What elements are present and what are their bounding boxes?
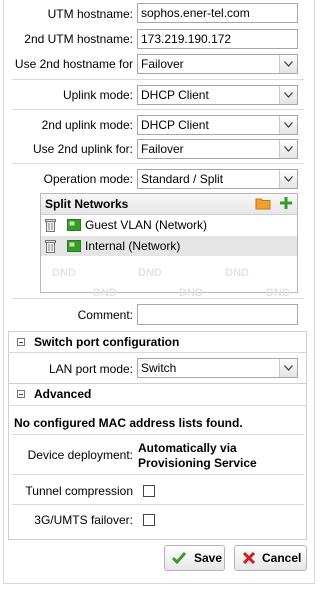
network-icon — [67, 240, 81, 252]
trash-icon[interactable] — [45, 239, 56, 253]
dnd-watermark: DND — [52, 267, 76, 279]
cancel-label: Cancel — [262, 551, 302, 565]
uplink-mode-value: DHCP Client — [141, 88, 209, 102]
second-uplink-mode-label: 2nd uplink mode: — [41, 118, 133, 132]
add-icon[interactable] — [279, 196, 293, 210]
save-label: Save — [194, 551, 223, 565]
separator — [12, 298, 304, 299]
dnd-watermark: DND — [225, 267, 249, 279]
separator — [12, 79, 304, 80]
switch-port-title: Switch port configuration — [34, 335, 180, 349]
separator — [12, 474, 304, 475]
folder-icon[interactable] — [255, 197, 271, 210]
second-utm-hostname-label: 2nd UTM hostname: — [24, 32, 133, 46]
operation-mode-select[interactable]: Standard / Split — [137, 169, 298, 189]
split-network-item-label: Internal (Network) — [85, 239, 181, 253]
collapse-icon[interactable] — [17, 338, 25, 346]
separator — [12, 163, 304, 164]
umts-failover-checkbox[interactable] — [143, 514, 155, 526]
use-second-hostname-value: Failover — [141, 57, 184, 71]
use-second-uplink-label: Use 2nd uplink for: — [32, 142, 133, 156]
trash-icon[interactable] — [45, 218, 56, 232]
use-second-uplink-select[interactable]: Failover — [137, 139, 298, 159]
use-second-uplink-value: Failover — [141, 142, 184, 156]
mac-list-notice: No configured MAC address lists found. — [14, 416, 243, 430]
dnd-watermark: DND — [138, 267, 162, 279]
advanced-title: Advanced — [34, 387, 92, 401]
use-second-hostname-select[interactable]: Failover — [137, 54, 298, 74]
list-item[interactable]: Internal (Network) — [41, 236, 297, 256]
uplink-mode-label: Uplink mode: — [62, 88, 133, 102]
lan-port-mode-value: Switch — [141, 361, 177, 375]
chevron-down-icon[interactable] — [279, 116, 297, 134]
save-button[interactable]: Save — [164, 545, 225, 571]
second-uplink-mode-select[interactable]: DHCP Client — [137, 115, 298, 135]
split-networks-panel: Split Networks Guest VLAN (Network) Inte… — [40, 193, 298, 299]
split-networks-title: Split Networks — [45, 197, 129, 211]
utm-hostname-input[interactable]: sophos.ener-tel.com — [137, 3, 298, 23]
device-deployment-value-line2: Provisioning Service — [138, 456, 257, 470]
lan-port-mode-label: LAN port mode: — [48, 362, 133, 376]
tunnel-compression-label: Tunnel compression — [25, 484, 133, 498]
separator — [12, 504, 304, 505]
chevron-down-icon[interactable] — [279, 140, 297, 158]
close-icon — [242, 551, 256, 565]
checkmark-icon — [171, 552, 187, 565]
operation-mode-value: Standard / Split — [141, 172, 224, 186]
chevron-down-icon[interactable] — [279, 86, 297, 104]
utm-hostname-label: UTM hostname: — [47, 7, 133, 21]
list-item[interactable]: Guest VLAN (Network) — [41, 215, 297, 235]
separator — [8, 352, 307, 353]
separator — [12, 109, 304, 110]
second-uplink-mode-value: DHCP Client — [141, 118, 209, 132]
device-deployment-label: Device deployment: — [27, 448, 133, 462]
split-networks-header: Split Networks — [41, 194, 297, 215]
device-deployment-value-line1: Automatically via — [138, 441, 237, 455]
chevron-down-icon[interactable] — [279, 55, 297, 73]
chevron-down-icon[interactable] — [279, 170, 297, 188]
operation-mode-label: Operation mode: — [43, 172, 133, 186]
separator — [8, 405, 307, 406]
tunnel-compression-checkbox[interactable] — [143, 485, 155, 497]
cancel-button[interactable]: Cancel — [234, 545, 307, 571]
chevron-down-icon[interactable] — [279, 359, 297, 377]
separator — [12, 434, 304, 435]
uplink-mode-select[interactable]: DHCP Client — [137, 85, 298, 105]
collapse-icon[interactable] — [17, 390, 25, 398]
network-icon — [67, 219, 81, 231]
comment-label: Comment: — [77, 308, 133, 322]
split-network-item-label: Guest VLAN (Network) — [85, 218, 208, 232]
comment-input[interactable] — [137, 304, 298, 325]
umts-failover-label: 3G/UMTS failover: — [34, 513, 133, 527]
lan-port-mode-select[interactable]: Switch — [137, 358, 298, 378]
second-utm-hostname-input[interactable]: 173.219.190.172 — [137, 29, 298, 49]
use-second-hostname-label: Use 2nd hostname for — [14, 57, 133, 71]
